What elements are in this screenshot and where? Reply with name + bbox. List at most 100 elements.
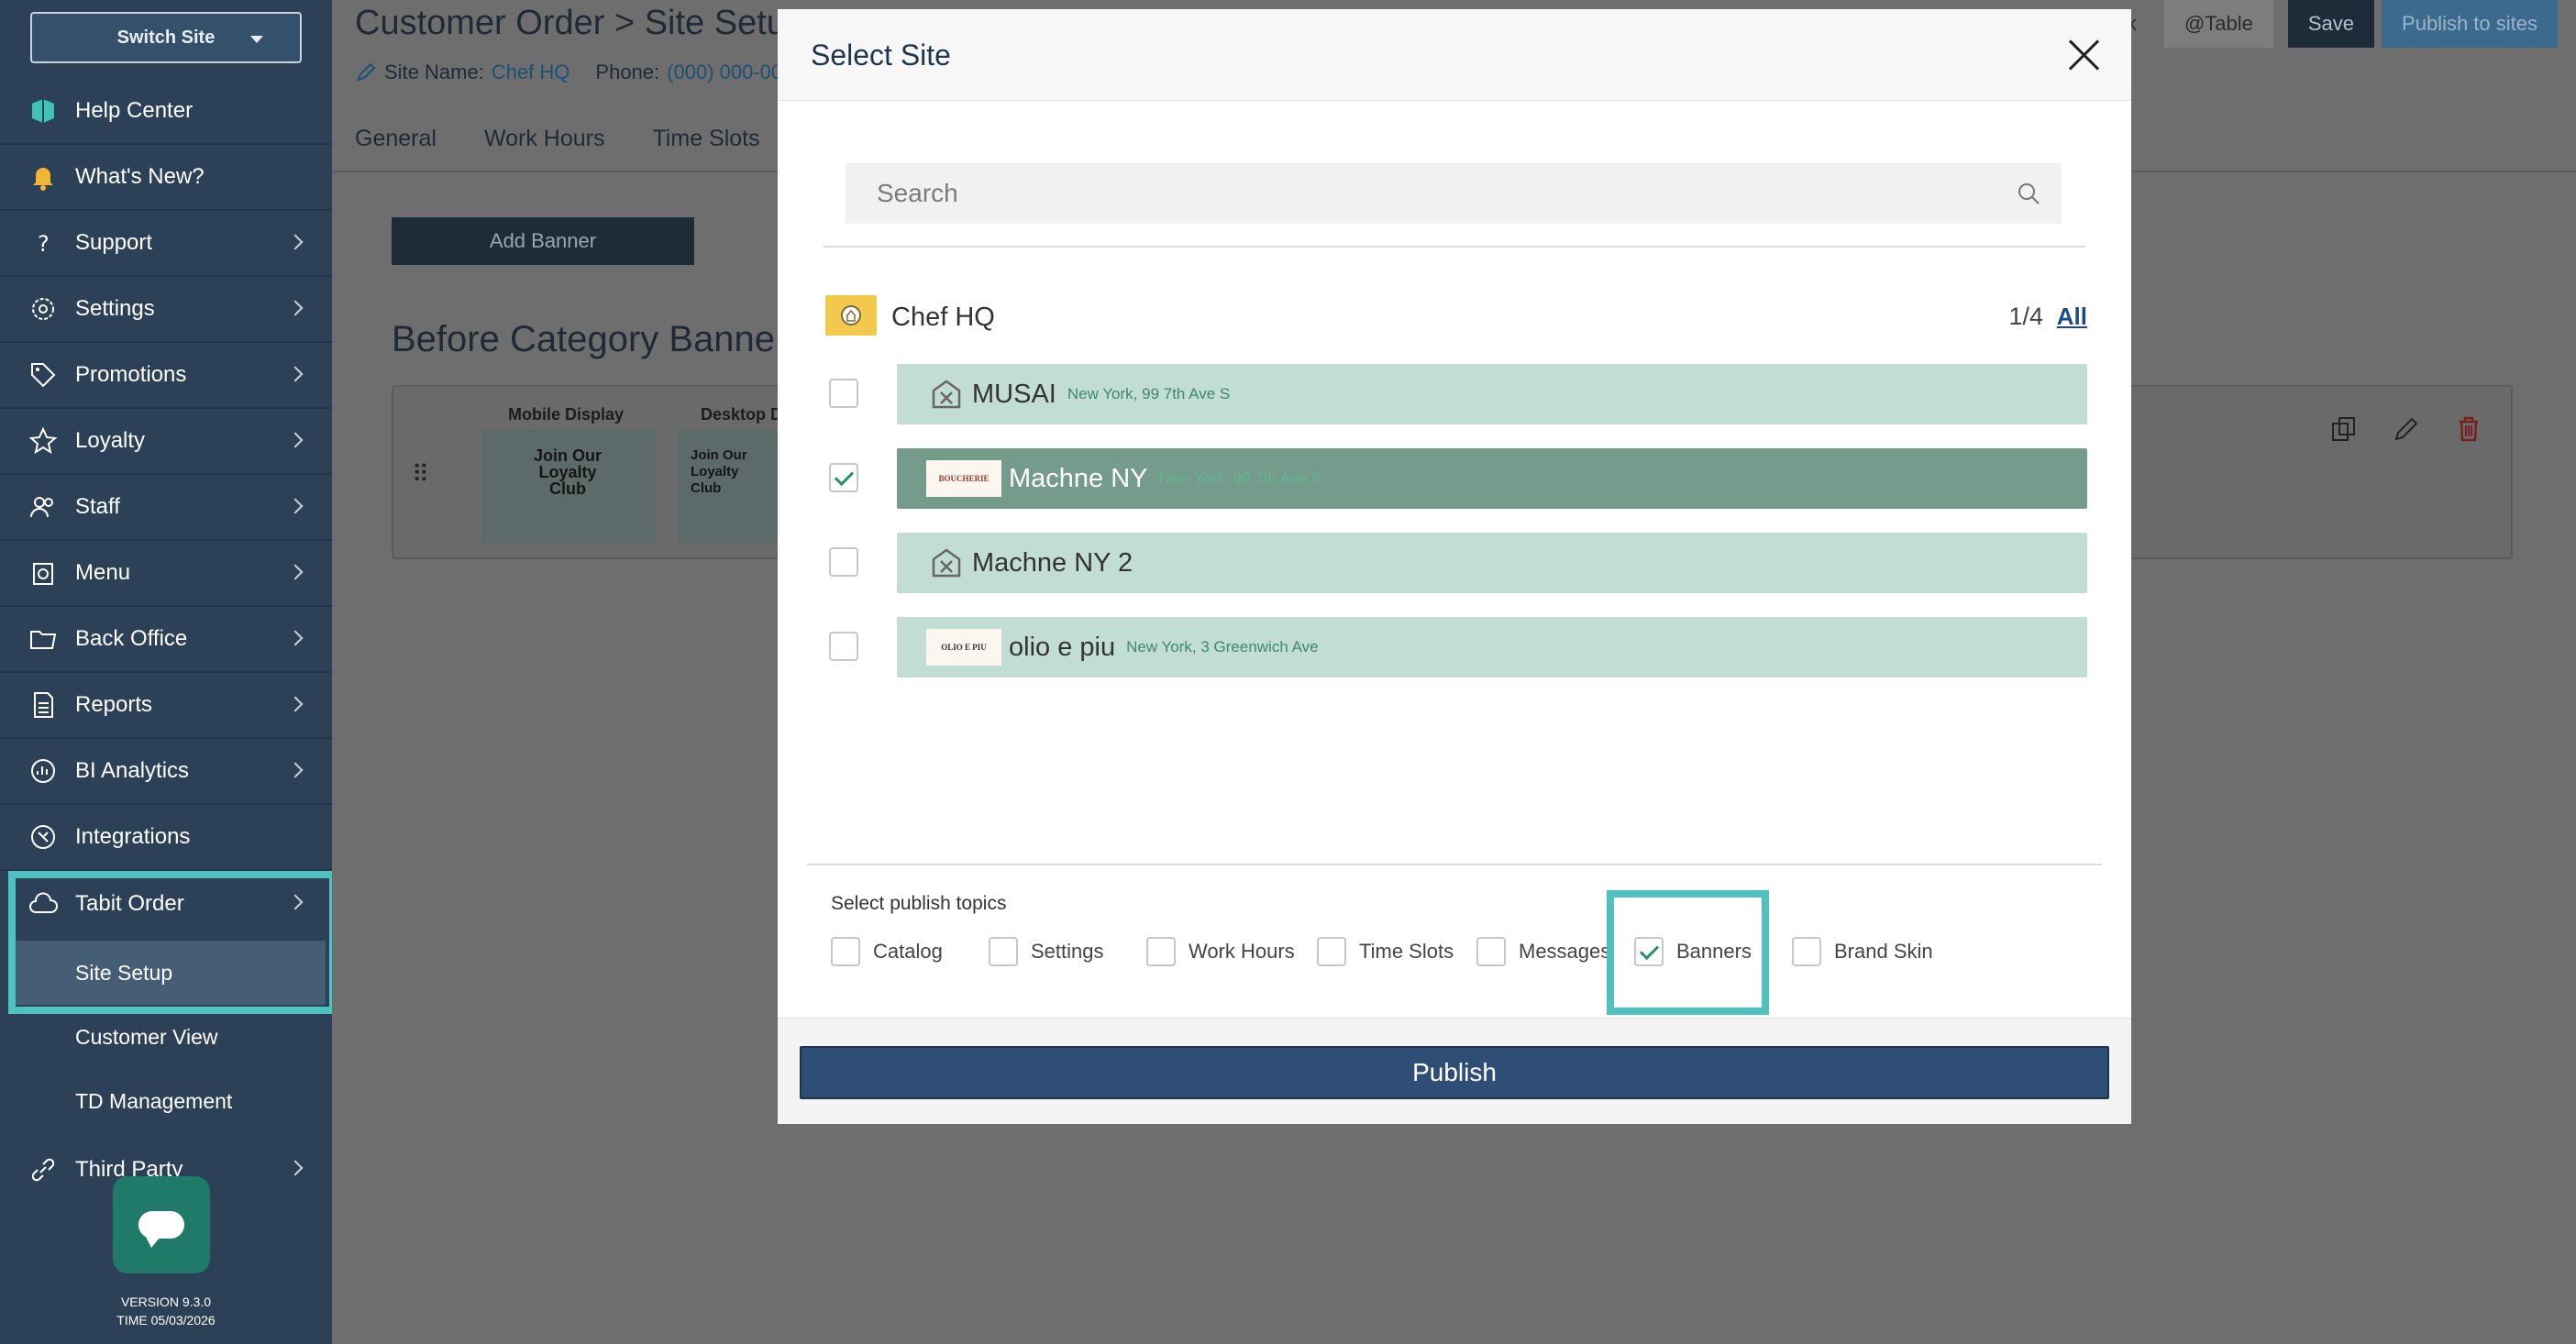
checkbox[interactable] xyxy=(989,937,1018,966)
modal-footer: Publish xyxy=(778,1018,2131,1124)
sidebar-subitem-td-management[interactable]: TD Management xyxy=(0,1069,332,1133)
sidebar-item-whats-new[interactable]: What's New? xyxy=(0,145,332,211)
desktop-preview-image[interactable]: Join Our Loyalty Club xyxy=(678,429,779,543)
save-button[interactable]: Save xyxy=(2287,0,2375,48)
mobile-display-label: Mobile Display xyxy=(508,405,625,424)
site-checkbox[interactable] xyxy=(829,547,858,577)
sidebar-item-label: BI Analytics xyxy=(75,758,190,783)
site-row: MUSAI New York, 99 7th Ave S xyxy=(825,364,2087,424)
sidebar-item-settings[interactable]: Settings xyxy=(0,277,332,343)
sidebar-item-label: Integrations xyxy=(75,824,191,849)
sidebar-item-back-office[interactable]: Back Office xyxy=(0,607,332,673)
integrations-icon xyxy=(28,821,59,853)
select-site-modal: Select Site Chef HQ 1/4 All MUSAI New Yo… xyxy=(778,9,2131,1124)
sidebar-item-help-center[interactable]: Help Center xyxy=(0,79,332,145)
site-name: MUSAI xyxy=(972,379,1056,409)
sidebar-subitem-customer-view[interactable]: Customer View xyxy=(0,1005,332,1069)
site-row: BOUCHERIE Machne NY New York, 99 7th Ave… xyxy=(825,448,2087,509)
select-all-link[interactable]: All xyxy=(2057,303,2087,331)
sidebar-item-staff[interactable]: Staff xyxy=(0,475,332,541)
topic-catalog[interactable]: Catalog xyxy=(831,937,943,966)
sidebar-item-bi-analytics[interactable]: BI Analytics xyxy=(0,739,332,805)
trash-icon[interactable] xyxy=(2454,414,2483,444)
site-item[interactable]: Machne NY 2 xyxy=(897,533,2087,593)
checkbox[interactable] xyxy=(1146,937,1176,966)
modal-title: Select Site xyxy=(811,39,951,72)
site-item[interactable]: OLIO E PIU olio e piu New York, 3 Greenw… xyxy=(897,617,2087,678)
chevron-right-icon xyxy=(287,432,304,448)
site-info: Site Name: Chef HQ Phone: (000) 000-000 xyxy=(355,61,793,84)
sidebar-item-label: Promotions xyxy=(75,362,187,387)
table-button[interactable]: @Table xyxy=(2163,0,2273,48)
publish-to-sites-button[interactable]: Publish to sites xyxy=(2382,0,2558,48)
sidebar-item-menu[interactable]: Menu xyxy=(0,541,332,607)
sidebar-item-loyalty[interactable]: Loyalty xyxy=(0,409,332,475)
topic-brand-skin[interactable]: Brand Skin xyxy=(1792,937,1933,966)
edit-icon[interactable] xyxy=(2392,414,2421,444)
site-address: New York, 3 Greenwich Ave xyxy=(1126,638,1319,655)
pencil-icon[interactable] xyxy=(355,61,377,83)
tab-work-hours[interactable]: Work Hours xyxy=(484,126,605,152)
checkbox[interactable] xyxy=(831,937,860,966)
sidebar-item-reports[interactable]: Reports xyxy=(0,673,332,739)
topic-work-hours[interactable]: Work Hours xyxy=(1146,937,1295,966)
site-name: Machne NY xyxy=(1009,463,1148,493)
topic-messages[interactable]: Messages xyxy=(1476,937,1610,966)
staff-icon xyxy=(28,491,59,523)
search-input[interactable] xyxy=(846,163,1992,224)
topic-time-slots[interactable]: Time Slots xyxy=(1317,937,1454,966)
chevron-right-icon xyxy=(287,564,304,580)
topic-label: Work Hours xyxy=(1188,940,1295,963)
checkbox[interactable] xyxy=(1476,937,1506,966)
modal-header: Select Site xyxy=(778,9,2131,101)
help-center-icon xyxy=(28,95,59,127)
checkbox[interactable] xyxy=(1317,937,1346,966)
site-name-value: Chef HQ xyxy=(491,61,570,83)
topic-settings[interactable]: Settings xyxy=(989,937,1104,966)
tab-time-slots[interactable]: Time Slots xyxy=(652,126,759,152)
version-info: VERSION 9.3.0 TIME 05/03/2026 xyxy=(0,1293,332,1329)
site-checkbox[interactable] xyxy=(829,632,858,661)
sidebar-item-support[interactable]: ? Support xyxy=(0,211,332,277)
add-banner-button[interactable]: Add Banner xyxy=(392,217,694,265)
drag-handle-icon[interactable]: ⠿ xyxy=(412,460,429,489)
mobile-preview-image[interactable]: Join Our Loyalty Club xyxy=(481,429,656,543)
top-actions: Link @Table Save Publish to sites xyxy=(2079,0,2576,48)
chevron-down-icon xyxy=(250,36,263,43)
search-icon[interactable] xyxy=(2016,181,2041,206)
chat-icon xyxy=(138,1211,184,1248)
site-item-selected[interactable]: BOUCHERIE Machne NY New York, 99 7th Ave… xyxy=(897,448,2087,509)
sidebar-subitem-label: TD Management xyxy=(75,1088,233,1113)
gear-icon xyxy=(28,293,59,325)
switch-site-label: Switch Site xyxy=(116,27,216,48)
tabit-order-highlight xyxy=(8,871,332,1014)
site-checkbox[interactable] xyxy=(829,379,858,408)
chat-button[interactable] xyxy=(113,1176,210,1273)
chevron-right-icon xyxy=(287,300,304,316)
site-checkbox-checked[interactable] xyxy=(829,463,858,492)
checkbox[interactable] xyxy=(1792,937,1821,966)
switch-site-dropdown[interactable]: Switch Site xyxy=(30,12,302,63)
site-logo: BOUCHERIE xyxy=(926,460,1001,497)
sidebar-subitem-label: Customer View xyxy=(75,1024,218,1049)
organization-icon xyxy=(825,295,877,336)
sidebar-item-integrations[interactable]: Integrations xyxy=(0,805,332,871)
duplicate-icon[interactable] xyxy=(2329,414,2359,444)
sidebar-item-label: Settings xyxy=(75,296,155,321)
sidebar-item-label: Support xyxy=(75,230,153,255)
preview-text: Join Our Loyalty Club xyxy=(533,446,602,498)
topic-label: Time Slots xyxy=(1359,940,1454,963)
organization-name: Chef HQ xyxy=(891,303,995,332)
tab-general[interactable]: General xyxy=(355,126,437,152)
sidebar-item-promotions[interactable]: Promotions xyxy=(0,343,332,409)
sidebar-item-label: Help Center xyxy=(75,98,193,123)
sidebar-item-label: Staff xyxy=(75,494,120,519)
site-item[interactable]: MUSAI New York, 99 7th Ave S xyxy=(897,364,2087,424)
publish-button[interactable]: Publish xyxy=(800,1046,2109,1099)
close-icon[interactable] xyxy=(2063,35,2104,75)
question-icon: ? xyxy=(28,227,59,259)
report-icon xyxy=(28,689,59,721)
preview-text: Join Our Loyalty Club xyxy=(691,447,747,496)
site-name: olio e piu xyxy=(1009,632,1116,662)
store-icon xyxy=(932,380,961,409)
